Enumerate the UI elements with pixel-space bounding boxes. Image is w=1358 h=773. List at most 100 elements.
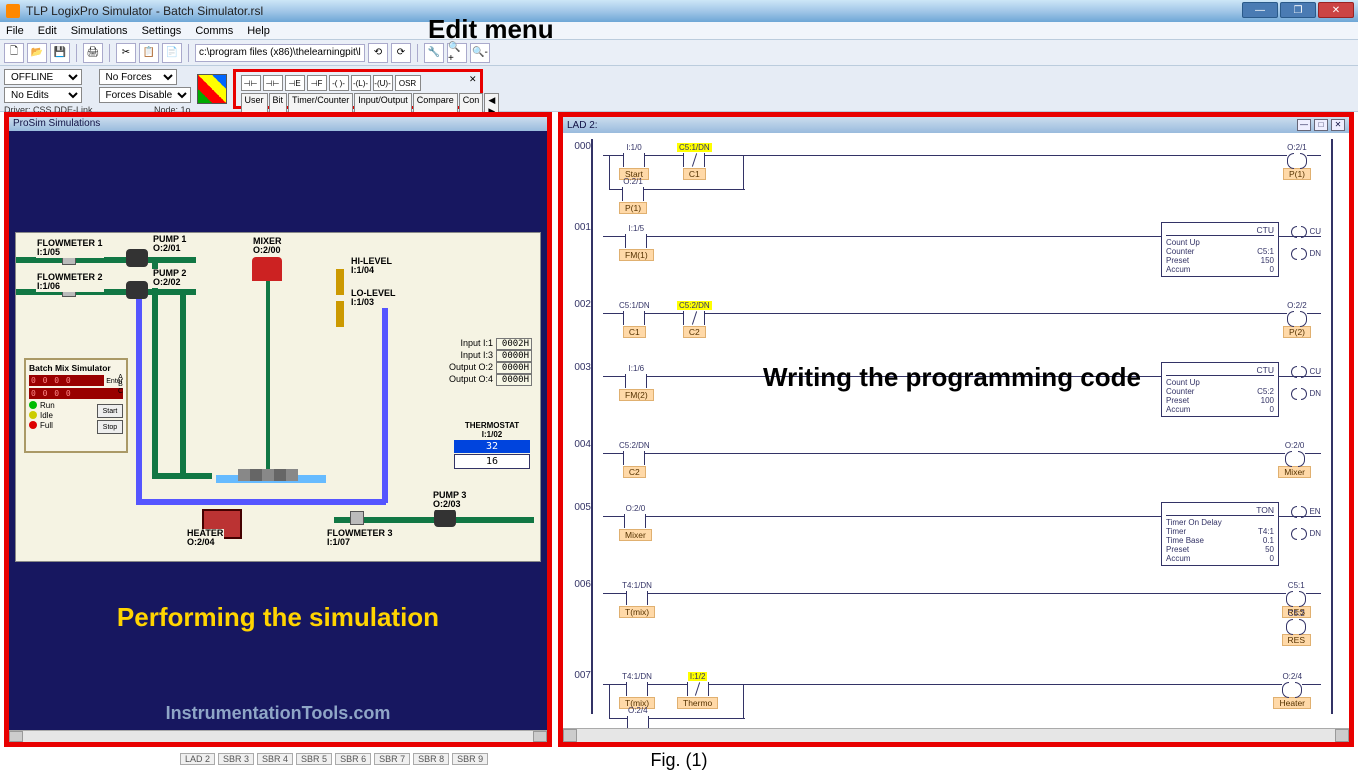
lad-close-icon[interactable]: ✕ — [1331, 119, 1345, 131]
instruction-block[interactable]: TONTimer On DelayTimerT4:1Time Base0.1Pr… — [1161, 502, 1279, 566]
scroll-left-icon[interactable] — [563, 729, 577, 742]
horizontal-scrollbar[interactable] — [9, 730, 547, 742]
block-row: Accum0 — [1166, 554, 1274, 563]
forces2-dropdown[interactable]: Forces Disabled — [99, 87, 191, 103]
tool-config[interactable]: 🔧 — [424, 43, 444, 63]
ladder-element[interactable]: O:2/2P(2) — [1283, 301, 1311, 338]
ladder-element[interactable]: I:1/5FM(1) — [619, 224, 654, 261]
ladder-element[interactable]: T4:1/DNT(mix) — [619, 581, 655, 618]
hi-level-sensor — [336, 269, 344, 295]
tool-save[interactable]: 💾 — [50, 43, 70, 63]
scroll-left-icon[interactable] — [9, 731, 23, 742]
rung[interactable]: 000I:1/0StartC5:1/DNC1O:2/1P(1)O:2/1P(1) — [573, 139, 1339, 209]
pin: DN — [1291, 528, 1321, 538]
ladder-element[interactable]: I:1/2Thermo — [677, 672, 718, 709]
io-display: Input I:10002H Input I:30000H Output O:2… — [449, 338, 532, 386]
simulation-title: ProSim Simulations — [13, 118, 100, 129]
ladder-element[interactable]: C5:2/DNC2 — [619, 441, 650, 478]
instr-osr[interactable]: OSR — [395, 75, 421, 91]
rung-number: 005 — [569, 502, 591, 513]
lad-min-icon[interactable]: — — [1297, 119, 1311, 131]
instr-xio[interactable]: ⊣⊢ — [263, 75, 283, 91]
menu-comms[interactable]: Comms — [195, 25, 233, 37]
rung-number: 000 — [569, 141, 591, 152]
rung[interactable]: 007T4:1/DNT(mix)I:1/2ThermoO:2/4HeaterO:… — [573, 668, 1339, 728]
coil-icon — [1285, 451, 1305, 465]
tab-sbr6[interactable]: SBR 6 — [335, 753, 371, 765]
ladder-element[interactable]: T4:1/DNT(mix) — [619, 672, 655, 709]
tool-undo[interactable]: ⟲ — [368, 43, 388, 63]
edits-dropdown[interactable]: No Edits — [4, 87, 82, 103]
rung[interactable]: 004C5:2/DNC2O:2/0Mixer — [573, 437, 1339, 489]
ladder-element[interactable]: O:2/1P(1) — [1283, 143, 1311, 180]
tool-zoom-in[interactable]: 🔍+ — [447, 43, 467, 63]
menu-settings[interactable]: Settings — [142, 25, 182, 37]
instr-coil[interactable]: -( )- — [329, 75, 349, 91]
rung[interactable]: 001I:1/5FM(1)CTUCount UpCounterC5:1Prese… — [573, 220, 1339, 286]
menu-edit[interactable]: Edit — [38, 25, 57, 37]
thermostat-pv[interactable]: 16 — [454, 454, 530, 469]
pipe-blue — [136, 499, 386, 505]
tool-print[interactable]: 🖨 — [83, 43, 103, 63]
instr-otl[interactable]: ⊣F — [307, 75, 327, 91]
ladder-element[interactable]: I:1/0Start — [619, 143, 649, 180]
horizontal-scrollbar[interactable] — [563, 728, 1349, 742]
block-row: Time Base0.1 — [1166, 536, 1274, 545]
ladder-element[interactable]: O:2/4Heater — [619, 706, 657, 728]
stop-button[interactable]: Stop — [97, 420, 123, 434]
ladder-element[interactable]: C5:1/DNC1 — [677, 143, 712, 180]
scroll-right-icon[interactable] — [533, 731, 547, 742]
instr-ote[interactable]: ⊣E — [285, 75, 305, 91]
separator — [109, 44, 110, 62]
tool-zoom-out[interactable]: 🔍- — [470, 43, 490, 63]
ladder-element[interactable]: C5:2/DNC2 — [677, 301, 712, 338]
start-button[interactable]: Start — [97, 404, 123, 418]
branch-wire — [609, 684, 610, 718]
tool-new[interactable]: 🗋 — [4, 43, 24, 63]
instruction-block[interactable]: CTUCount UpCounterC5:1Preset150Accum0 — [1161, 222, 1279, 277]
panel-close-icon[interactable]: ✕ — [469, 74, 477, 85]
tab-sbr9[interactable]: SBR 9 — [452, 753, 488, 765]
instr-xic[interactable]: ⊣⊢ — [241, 75, 261, 91]
mode-dropdown[interactable]: OFFLINE — [4, 69, 82, 85]
instruction-block[interactable]: CTUCount UpCounterC5:2Preset100Accum0 — [1161, 362, 1279, 417]
scroll-right-icon[interactable] — [1335, 729, 1349, 742]
menu-file[interactable]: File — [6, 25, 24, 37]
ladder-element[interactable]: O:2/0Mixer — [619, 504, 652, 541]
ladder-element[interactable]: O:2/4Heater — [1273, 672, 1311, 709]
ladder-body[interactable]: 000 I:1/0Start C5:1/DNC1 O:2/1P(1) O:2/1P(1)… — [563, 133, 1349, 728]
ladder-element[interactable]: C5:2RES — [1282, 609, 1311, 646]
tool-paste[interactable]: 📄 — [162, 43, 182, 63]
controller-display2: 0 0 0 0 — [29, 388, 123, 399]
rung[interactable]: 005O:2/0MixerTONTimer On DelayTimerT4:1T… — [573, 500, 1339, 566]
tool-copy[interactable]: 📋 — [139, 43, 159, 63]
rung[interactable]: 002C5:1/DNC1C5:2/DNC2O:2/2P(2) — [573, 297, 1339, 349]
tab-sbr4[interactable]: SBR 4 — [257, 753, 293, 765]
lad-max-icon[interactable]: □ — [1314, 119, 1328, 131]
xic-icon — [627, 716, 649, 728]
tool-cut[interactable]: ✂ — [116, 43, 136, 63]
branch-wire — [743, 684, 744, 718]
tab-sbr3[interactable]: SBR 3 — [218, 753, 254, 765]
tab-sbr7[interactable]: SBR 7 — [374, 753, 410, 765]
tab-lad2[interactable]: LAD 2 — [180, 753, 215, 765]
tab-sbr5[interactable]: SBR 5 — [296, 753, 332, 765]
tool-redo[interactable]: ⟳ — [391, 43, 411, 63]
tab-sbr8[interactable]: SBR 8 — [413, 753, 449, 765]
instr-unlatch[interactable]: -(U)- — [373, 75, 393, 91]
menu-simulations[interactable]: Simulations — [71, 25, 128, 37]
maximize-button[interactable]: ❐ — [1280, 2, 1316, 18]
instr-latch[interactable]: -(L)- — [351, 75, 371, 91]
ladder-element[interactable]: O:2/0Mixer — [1278, 441, 1311, 478]
rung[interactable]: 006T4:1/DNT(mix)C5:1RESC5:2RES — [573, 577, 1339, 657]
ladder-element[interactable]: C5:1/DNC1 — [619, 301, 650, 338]
ladder-element[interactable]: I:1/6FM(2) — [619, 364, 654, 401]
tool-open[interactable]: 📂 — [27, 43, 47, 63]
forces-dropdown[interactable]: No Forces — [99, 69, 177, 85]
menu-help[interactable]: Help — [247, 25, 270, 37]
minimize-button[interactable]: — — [1242, 2, 1278, 18]
path-input[interactable] — [195, 44, 365, 62]
thermostat-sp[interactable]: 32 — [454, 440, 530, 453]
ladder-element[interactable]: O:2/1P(1) — [619, 177, 647, 214]
close-button[interactable]: ✕ — [1318, 2, 1354, 18]
